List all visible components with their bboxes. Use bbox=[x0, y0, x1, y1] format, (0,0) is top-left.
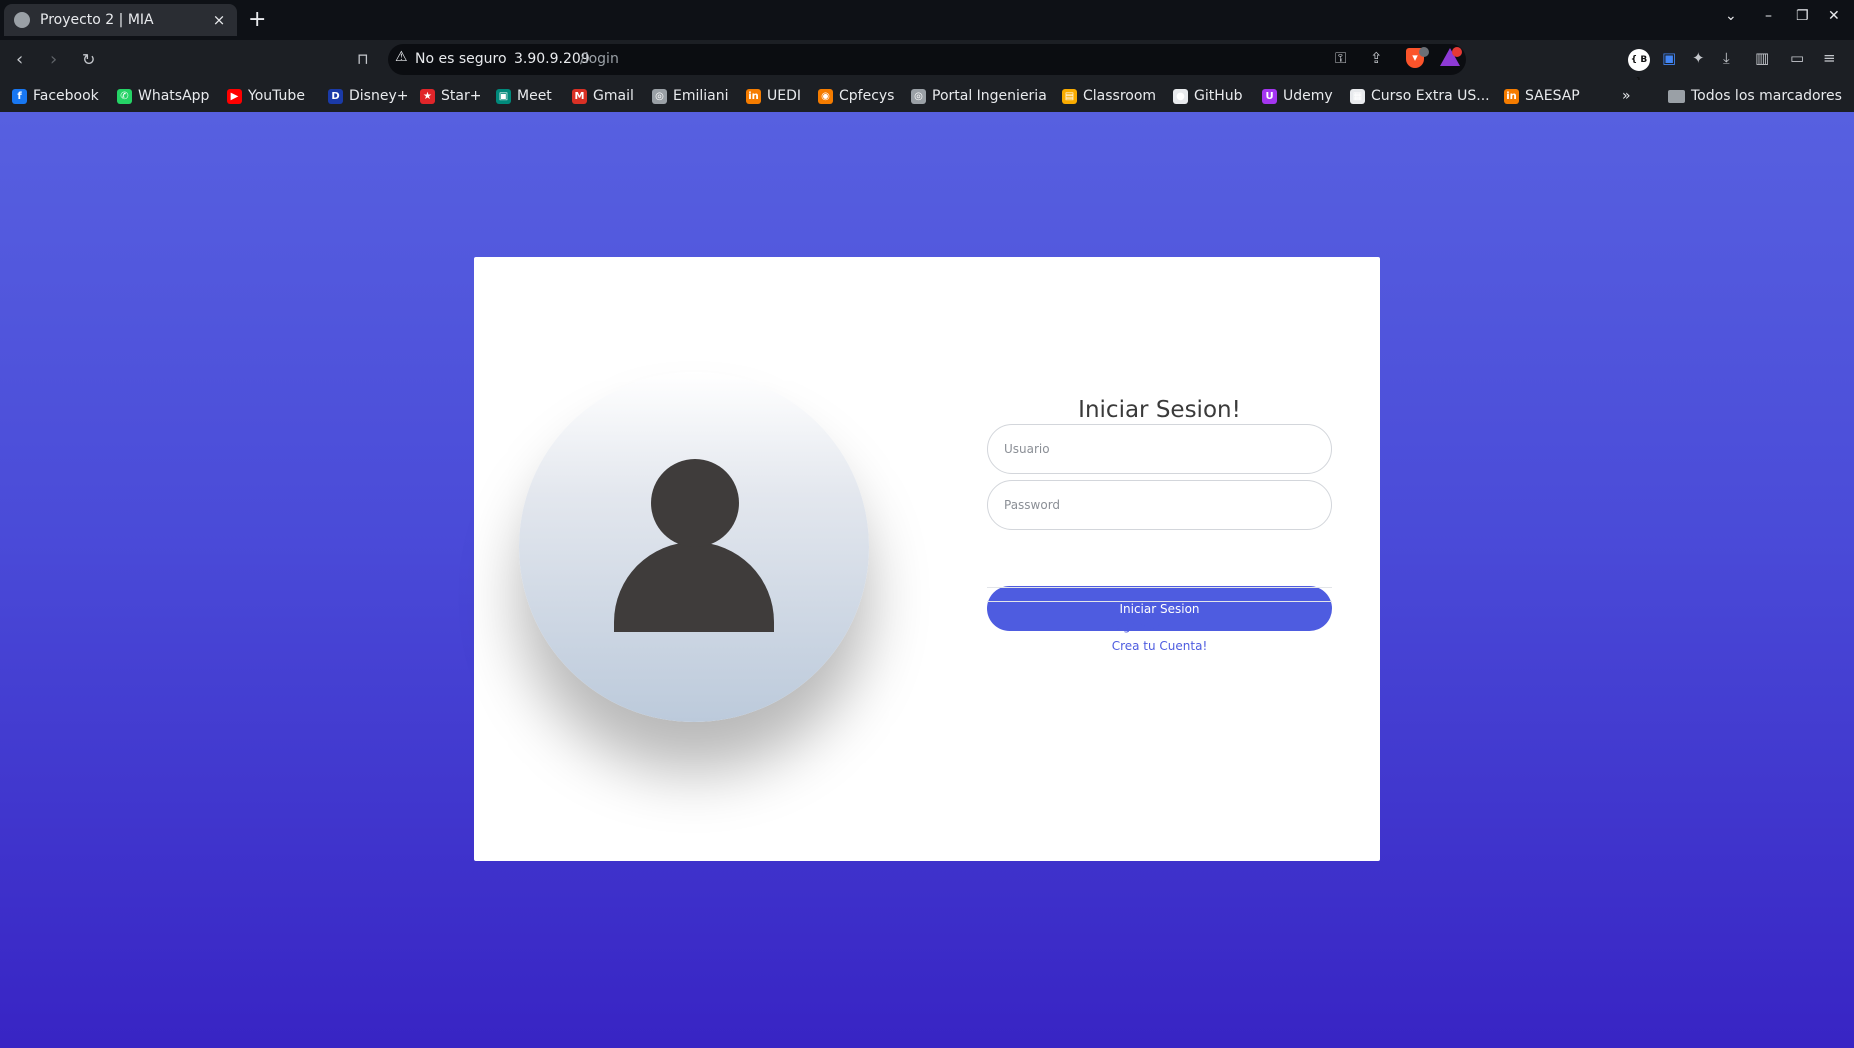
bookmark-item[interactable]: in UEDI bbox=[746, 85, 801, 107]
bookmark-favicon-icon: ▣ bbox=[496, 88, 511, 104]
bookmark-item[interactable]: ▦ Curso Extra US... bbox=[1350, 85, 1490, 107]
bookmark-label: Cpfecys bbox=[839, 88, 895, 104]
bookmark-favicon-icon: ▦ bbox=[1350, 88, 1365, 104]
bookmark-label: Gmail bbox=[593, 88, 634, 104]
bookmark-item[interactable]: ★ Star+ bbox=[420, 85, 481, 107]
bookmark-favicon-icon: D bbox=[328, 88, 343, 104]
bookmark-item[interactable]: ● GitHub bbox=[1173, 85, 1243, 107]
bookmark-favicon-icon: in bbox=[1504, 88, 1519, 104]
form-divider-top bbox=[987, 587, 1332, 588]
bookmark-item[interactable]: U Udemy bbox=[1262, 85, 1333, 107]
download-icon[interactable]: ⤓ bbox=[1723, 49, 1730, 67]
bookmark-item[interactable]: ◉ Cpfecys bbox=[818, 85, 894, 107]
tab-strip: Proyecto 2 | MIA × + ⌄ – ❐ ✕ bbox=[0, 0, 1854, 40]
all-bookmarks-label: Todos los marcadores bbox=[1691, 88, 1842, 104]
bookmark-item[interactable]: ◎ Emiliani bbox=[652, 85, 729, 107]
rewards-badge bbox=[1452, 47, 1462, 57]
bookmark-label: SAESAP bbox=[1525, 88, 1580, 104]
bookmark-label: GitHub bbox=[1194, 88, 1243, 104]
form-divider-bottom bbox=[987, 601, 1332, 602]
folder-icon bbox=[1668, 89, 1685, 103]
bookmark-favicon-icon: ✆ bbox=[117, 88, 132, 104]
bookmark-favicon-icon: ▤ bbox=[1062, 88, 1077, 104]
wallet-icon[interactable]: ▭ bbox=[1790, 49, 1804, 67]
tab-search-chevron-icon[interactable]: ⌄ bbox=[1725, 8, 1737, 24]
bookmark-label: Portal Ingenieria bbox=[932, 88, 1047, 104]
share-icon[interactable]: ⇪ bbox=[1370, 49, 1383, 67]
forward-icon[interactable]: › bbox=[50, 49, 57, 70]
bookmark-favicon-icon: ◉ bbox=[818, 88, 833, 104]
password-input[interactable] bbox=[987, 480, 1332, 530]
bookmark-label: Meet bbox=[517, 88, 552, 104]
bookmark-icon[interactable]: ⊓ bbox=[357, 50, 369, 68]
bookmark-item[interactable]: ▶ YouTube bbox=[227, 85, 305, 107]
bookmark-favicon-icon: ★ bbox=[420, 88, 435, 104]
bookmark-label: Udemy bbox=[1283, 88, 1333, 104]
bookmark-label: Facebook bbox=[33, 88, 99, 104]
bookmark-item[interactable]: D Disney+ bbox=[328, 85, 408, 107]
login-card: Iniciar Sesion! Iniciar Sesion Regresar … bbox=[474, 257, 1380, 861]
bookmark-label: Disney+ bbox=[349, 88, 409, 104]
security-label[interactable]: No es seguro bbox=[415, 51, 507, 67]
back-icon[interactable]: ‹ bbox=[16, 49, 23, 70]
bookmark-label: Classroom bbox=[1083, 88, 1157, 104]
bookmark-item[interactable]: ✆ WhatsApp bbox=[117, 85, 209, 107]
bookmark-favicon-icon: M bbox=[572, 88, 587, 104]
username-input[interactable] bbox=[987, 424, 1332, 474]
menu-icon[interactable]: ≡ bbox=[1823, 49, 1836, 67]
bookmarks-overflow-icon[interactable]: » bbox=[1622, 85, 1631, 107]
bookmark-label: WhatsApp bbox=[138, 88, 210, 104]
back-to-home-link[interactable]: Regresar al Inicio bbox=[987, 619, 1332, 633]
profile-avatar[interactable]: { B } bbox=[1628, 49, 1650, 87]
login-title: Iniciar Sesion! bbox=[1078, 397, 1241, 423]
bookmark-item[interactable]: ▤ Classroom bbox=[1062, 85, 1156, 107]
warning-icon[interactable]: ⚠ bbox=[395, 49, 408, 65]
globe-icon bbox=[14, 12, 30, 28]
all-bookmarks-folder[interactable]: Todos los marcadores bbox=[1668, 85, 1842, 107]
bookmark-item[interactable]: f Facebook bbox=[12, 85, 99, 107]
user-avatar-illustration bbox=[519, 372, 869, 722]
close-window-icon[interactable]: ✕ bbox=[1828, 8, 1840, 24]
url-path[interactable]: /login bbox=[580, 51, 619, 67]
bookmark-item[interactable]: ▣ Meet bbox=[496, 85, 552, 107]
bookmark-label: UEDI bbox=[767, 88, 802, 104]
restore-icon[interactable]: ❐ bbox=[1796, 8, 1809, 24]
bookmark-favicon-icon: in bbox=[746, 88, 761, 104]
bookmark-favicon-icon: ▶ bbox=[227, 88, 242, 104]
bookmark-favicon-icon: U bbox=[1262, 88, 1277, 104]
page-background: Iniciar Sesion! Iniciar Sesion Regresar … bbox=[0, 112, 1854, 1048]
sidebar-icon[interactable]: ▥ bbox=[1755, 49, 1769, 67]
reload-icon[interactable]: ↻ bbox=[82, 50, 95, 69]
bookmark-favicon-icon: ◎ bbox=[911, 88, 926, 104]
tab-title: Proyecto 2 | MIA bbox=[40, 12, 154, 28]
bookmark-favicon-icon: ● bbox=[1173, 88, 1188, 104]
bookmark-label: YouTube bbox=[248, 88, 305, 104]
avatar-head-shape bbox=[651, 459, 739, 547]
key-icon[interactable]: ⚿ bbox=[1335, 49, 1346, 67]
create-account-link[interactable]: Crea tu Cuenta! bbox=[987, 639, 1332, 653]
active-tab[interactable]: Proyecto 2 | MIA × bbox=[4, 4, 237, 36]
extension-translate-icon[interactable]: ▣ bbox=[1662, 49, 1676, 67]
bookmark-item[interactable]: in SAESAP bbox=[1504, 85, 1580, 107]
bookmark-favicon-icon: ◎ bbox=[652, 88, 667, 104]
shields-badge bbox=[1419, 47, 1429, 57]
extensions-puzzle-icon[interactable]: ✦ bbox=[1692, 49, 1705, 67]
bookmark-item[interactable]: M Gmail bbox=[572, 85, 634, 107]
minimize-icon[interactable]: – bbox=[1765, 8, 1772, 24]
close-tab-icon[interactable]: × bbox=[211, 11, 227, 29]
new-tab-button[interactable]: + bbox=[248, 7, 266, 32]
bookmark-item[interactable]: ◎ Portal Ingenieria bbox=[911, 85, 1047, 107]
bookmark-label: Curso Extra US... bbox=[1371, 88, 1490, 104]
avatar-body-shape bbox=[614, 542, 774, 632]
bookmark-favicon-icon: f bbox=[12, 88, 27, 104]
url-host[interactable]: 3.90.9.209 bbox=[514, 51, 590, 67]
bookmark-label: Emiliani bbox=[673, 88, 729, 104]
bookmark-label: Star+ bbox=[441, 88, 482, 104]
